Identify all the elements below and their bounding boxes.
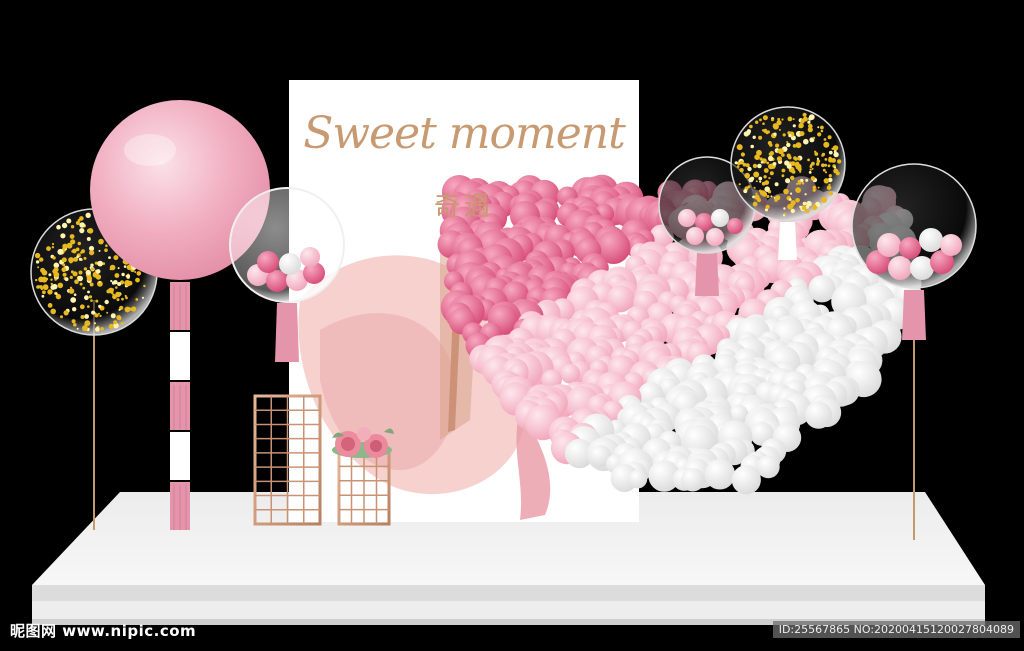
backdrop-title: Sweet moment bbox=[303, 108, 626, 159]
backdrop-subtitle: 奇遇 bbox=[433, 192, 494, 222]
stage-scene bbox=[30, 80, 985, 625]
site-watermark: 昵图网 www.nipic.com bbox=[10, 622, 197, 640]
tassel-garland bbox=[170, 282, 190, 530]
tassel bbox=[275, 303, 299, 362]
image-id-watermark: ID:25567865 NO:20200415120027804089 bbox=[772, 621, 1020, 638]
